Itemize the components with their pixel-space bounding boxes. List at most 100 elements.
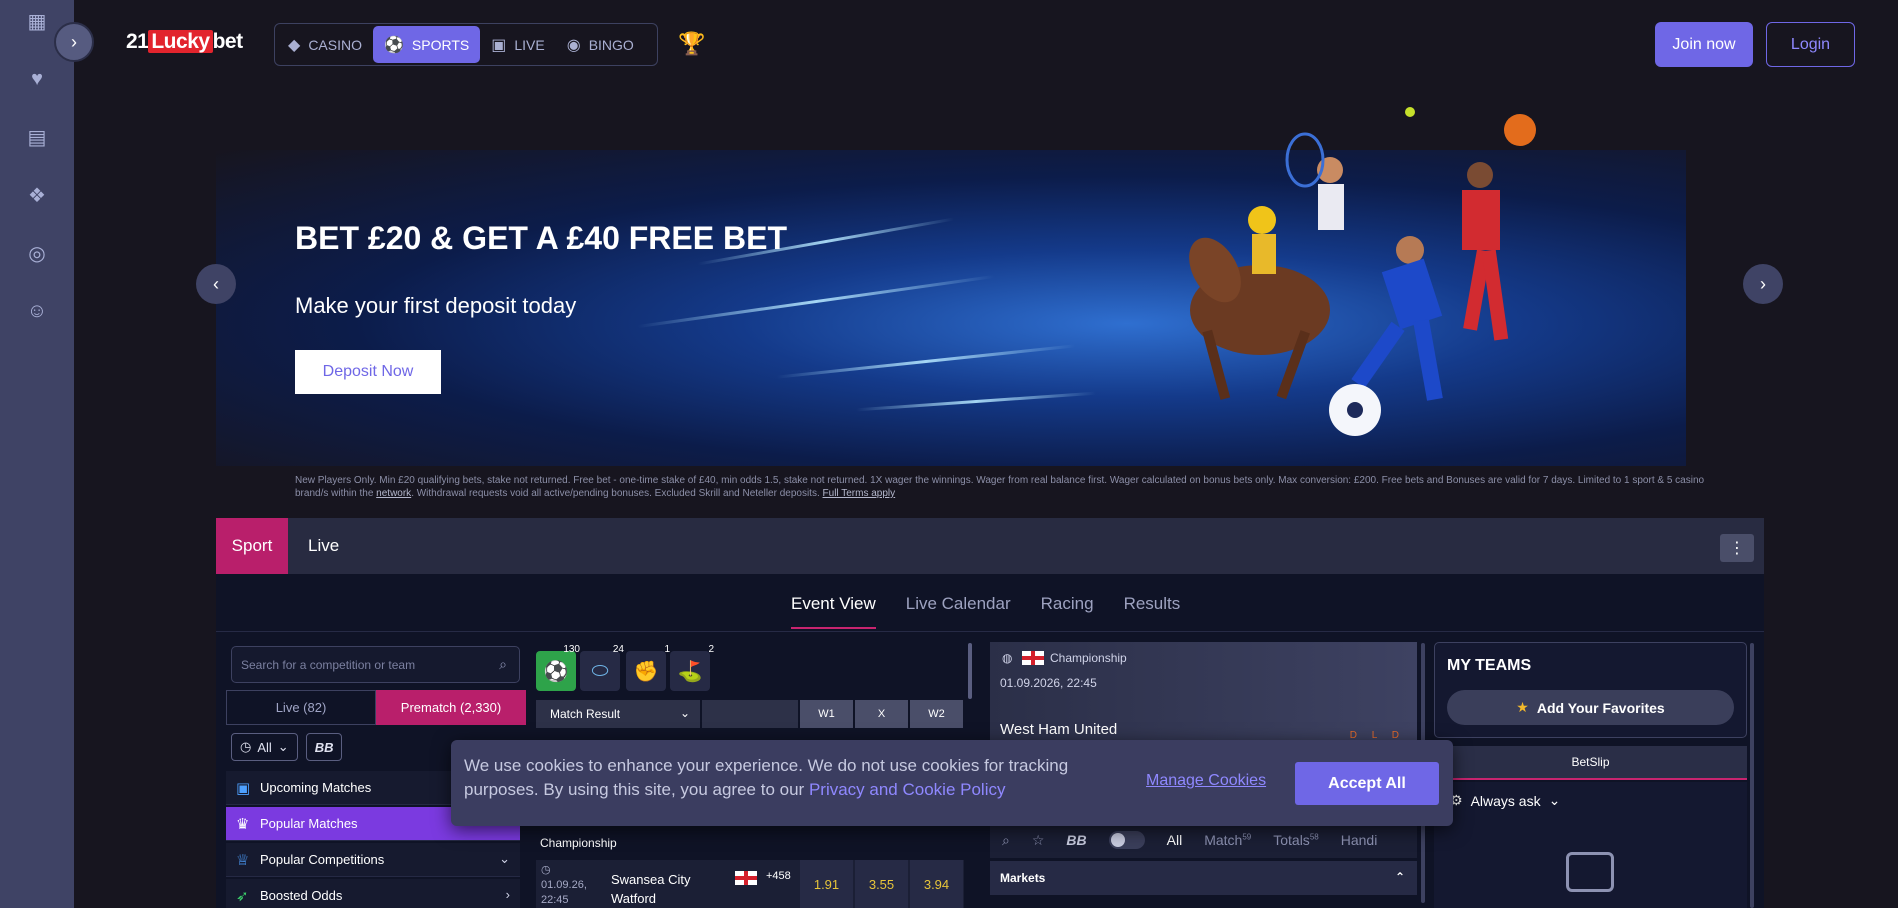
nav-tab-casino[interactable]: ◆ CASINO (277, 26, 373, 63)
market-spacer (702, 700, 798, 728)
tab-live-calendar[interactable]: Live Calendar (906, 594, 1011, 629)
column-x: X (855, 700, 908, 728)
menu-boosted-odds[interactable]: ➶ Boosted Odds › (226, 879, 520, 908)
chevron-down-icon: ⌄ (1548, 792, 1561, 808)
scrollbar[interactable] (1750, 643, 1754, 908)
tab-event-view[interactable]: Event View (791, 594, 876, 629)
market-filter-match[interactable]: Match59 (1204, 832, 1251, 848)
markets-section-header[interactable]: Markets ⌃ (990, 861, 1417, 895)
target-icon[interactable]: ◎ (24, 240, 50, 266)
bet-builder-filter[interactable]: BB (305, 733, 343, 761)
tab-results[interactable]: Results (1124, 594, 1181, 629)
more-markets-link[interactable]: +458 (766, 870, 791, 882)
menu-popular-competitions[interactable]: ♕ Popular Competitions ⌄ (226, 843, 520, 877)
sport-boxing-button[interactable]: ✊ 1 (626, 644, 670, 691)
sport-count: 2 (708, 644, 714, 655)
trophy-icon[interactable]: 🏆 (678, 31, 705, 57)
gift-icon[interactable]: ❖ (24, 182, 50, 208)
my-teams-title: MY TEAMS (1447, 657, 1532, 674)
match-date: 01.09.26, (541, 879, 587, 891)
bet-builder-toggle[interactable] (1108, 831, 1145, 849)
market-filter-totals[interactable]: Totals58 (1273, 832, 1318, 848)
privacy-policy-link[interactable]: Privacy and Cookie Policy (809, 780, 1006, 799)
my-teams-panel: MY TEAMS ★ Add Your Favorites (1434, 642, 1747, 738)
globe-icon: ◍ (1002, 651, 1013, 665)
odds-w2-button[interactable]: 3.94 (910, 860, 963, 908)
league-label: Championship (540, 836, 617, 850)
athletes-illustration (1189, 107, 1536, 436)
vertical-dots-icon: ⋮ (1729, 540, 1745, 557)
more-menu-button[interactable]: ⋮ (1720, 534, 1754, 562)
tab-racing[interactable]: Racing (1041, 594, 1094, 629)
join-now-button[interactable]: Join now (1655, 22, 1753, 67)
scrollbar[interactable] (968, 643, 972, 699)
nav-tab-live[interactable]: ▣ LIVE (480, 26, 555, 63)
divider (216, 631, 1764, 632)
manage-cookies-link[interactable]: Manage Cookies (1146, 772, 1266, 790)
deposit-now-button[interactable]: Deposit Now (295, 350, 441, 394)
markets-label: Markets (1000, 871, 1046, 885)
accept-all-button[interactable]: Accept All (1295, 762, 1439, 805)
tab-live[interactable]: Live (308, 518, 339, 574)
event-team: West Ham United (1000, 721, 1118, 738)
bingo-icon: ◉ (566, 36, 581, 54)
betslip-tab[interactable]: BetSlip (1434, 746, 1747, 780)
nav-tab-bingo[interactable]: ◉ BINGO (556, 26, 645, 63)
always-ask-label: Always ask (1470, 792, 1541, 809)
england-flag-icon (1022, 651, 1044, 665)
star-icon[interactable]: ☆ (1032, 832, 1045, 849)
sport-ice-hockey-button[interactable]: ⬭ 24 (580, 644, 624, 691)
sport-count: 130 (563, 644, 580, 655)
calendar-icon: ▣ (236, 780, 251, 797)
bet-builder-icon[interactable]: BB (1066, 832, 1086, 848)
match-row[interactable]: ◷ 01.09.26, 22:45 Swansea City Watford +… (536, 860, 964, 908)
filter-count: 58 (1309, 832, 1319, 842)
tab-prematch-count[interactable]: Prematch (2,330) (376, 690, 526, 725)
sport-golf-button[interactable]: ⛳ 2 (670, 644, 714, 691)
event-market-toolbar: ⌕ ☆ BB All Match59 Totals58 Handi (990, 822, 1417, 858)
search-icon[interactable]: ⌕ (1002, 832, 1010, 849)
time-filter-dropdown[interactable]: ◷ All ⌄ (231, 733, 298, 761)
competition-search-input[interactable]: Search for a competition or team ⌕ (231, 646, 520, 683)
login-button[interactable]: Login (1766, 22, 1855, 67)
nav-tab-label: SPORTS (411, 36, 470, 53)
menu-label: Popular Matches (260, 816, 358, 831)
featured-event-card[interactable]: ◍ Championship 01.09.2026, 22:45 West Ha… (990, 642, 1417, 742)
banner-next-button[interactable]: › (1743, 264, 1783, 304)
england-flag-icon (735, 871, 757, 885)
chevron-down-icon: ⌄ (679, 706, 690, 720)
support-icon[interactable]: ☺ (24, 298, 50, 324)
market-filter-all[interactable]: All (1167, 832, 1183, 848)
odds-change-setting-dropdown[interactable]: ⚙ Always ask ⌄ (1450, 792, 1560, 809)
left-sidebar: ▦ ♥ ▤ ❖ ◎ ☺ (0, 0, 74, 908)
chevron-right-icon: › (1760, 273, 1766, 294)
tab-live-count[interactable]: Live (82) (226, 690, 376, 725)
golf-icon: ⛳ (677, 660, 703, 683)
market-filter-handicap[interactable]: Handi (1341, 832, 1378, 848)
expand-sidebar-button[interactable]: › (54, 22, 94, 62)
nav-tab-label: CASINO (308, 36, 362, 53)
building-icon[interactable]: ▤ (24, 124, 50, 150)
grid-icon[interactable]: ▦ (24, 8, 50, 34)
nav-tab-label: LIVE (514, 36, 545, 53)
site-logo[interactable]: 21 Lucky bet (126, 30, 243, 54)
promo-terms: New Players Only. Min £20 qualifying bet… (295, 474, 1715, 500)
chevron-down-icon: ⌄ (499, 851, 510, 866)
nav-tab-sports[interactable]: ⚽ SPORTS (373, 26, 481, 63)
odds-w1-button[interactable]: 1.91 (800, 860, 853, 908)
column-w1: W1 (800, 700, 853, 728)
network-link[interactable]: network (376, 488, 411, 499)
heart-icon[interactable]: ♥ (24, 66, 50, 92)
cookie-message: We use cookies to enhance your experienc… (464, 754, 1124, 802)
tab-sport[interactable]: Sport (216, 518, 288, 574)
sportsbook-subtabs: Event View Live Calendar Racing Results (791, 594, 1180, 629)
banner-prev-button[interactable]: ‹ (196, 264, 236, 304)
full-terms-link[interactable]: Full Terms apply (823, 488, 896, 499)
product-nav: ◆ CASINO ⚽ SPORTS ▣ LIVE ◉ BINGO (274, 23, 658, 66)
add-favorites-button[interactable]: ★ Add Your Favorites (1447, 690, 1734, 725)
market-select[interactable]: Match Result ⌄ (536, 700, 700, 728)
odds-x-button[interactable]: 3.55 (855, 860, 908, 908)
sport-soccer-button[interactable]: ⚽ 130 (536, 644, 580, 691)
filter-label: Totals (1273, 832, 1310, 848)
match-time: ◷ 01.09.26, 22:45 (541, 863, 587, 908)
